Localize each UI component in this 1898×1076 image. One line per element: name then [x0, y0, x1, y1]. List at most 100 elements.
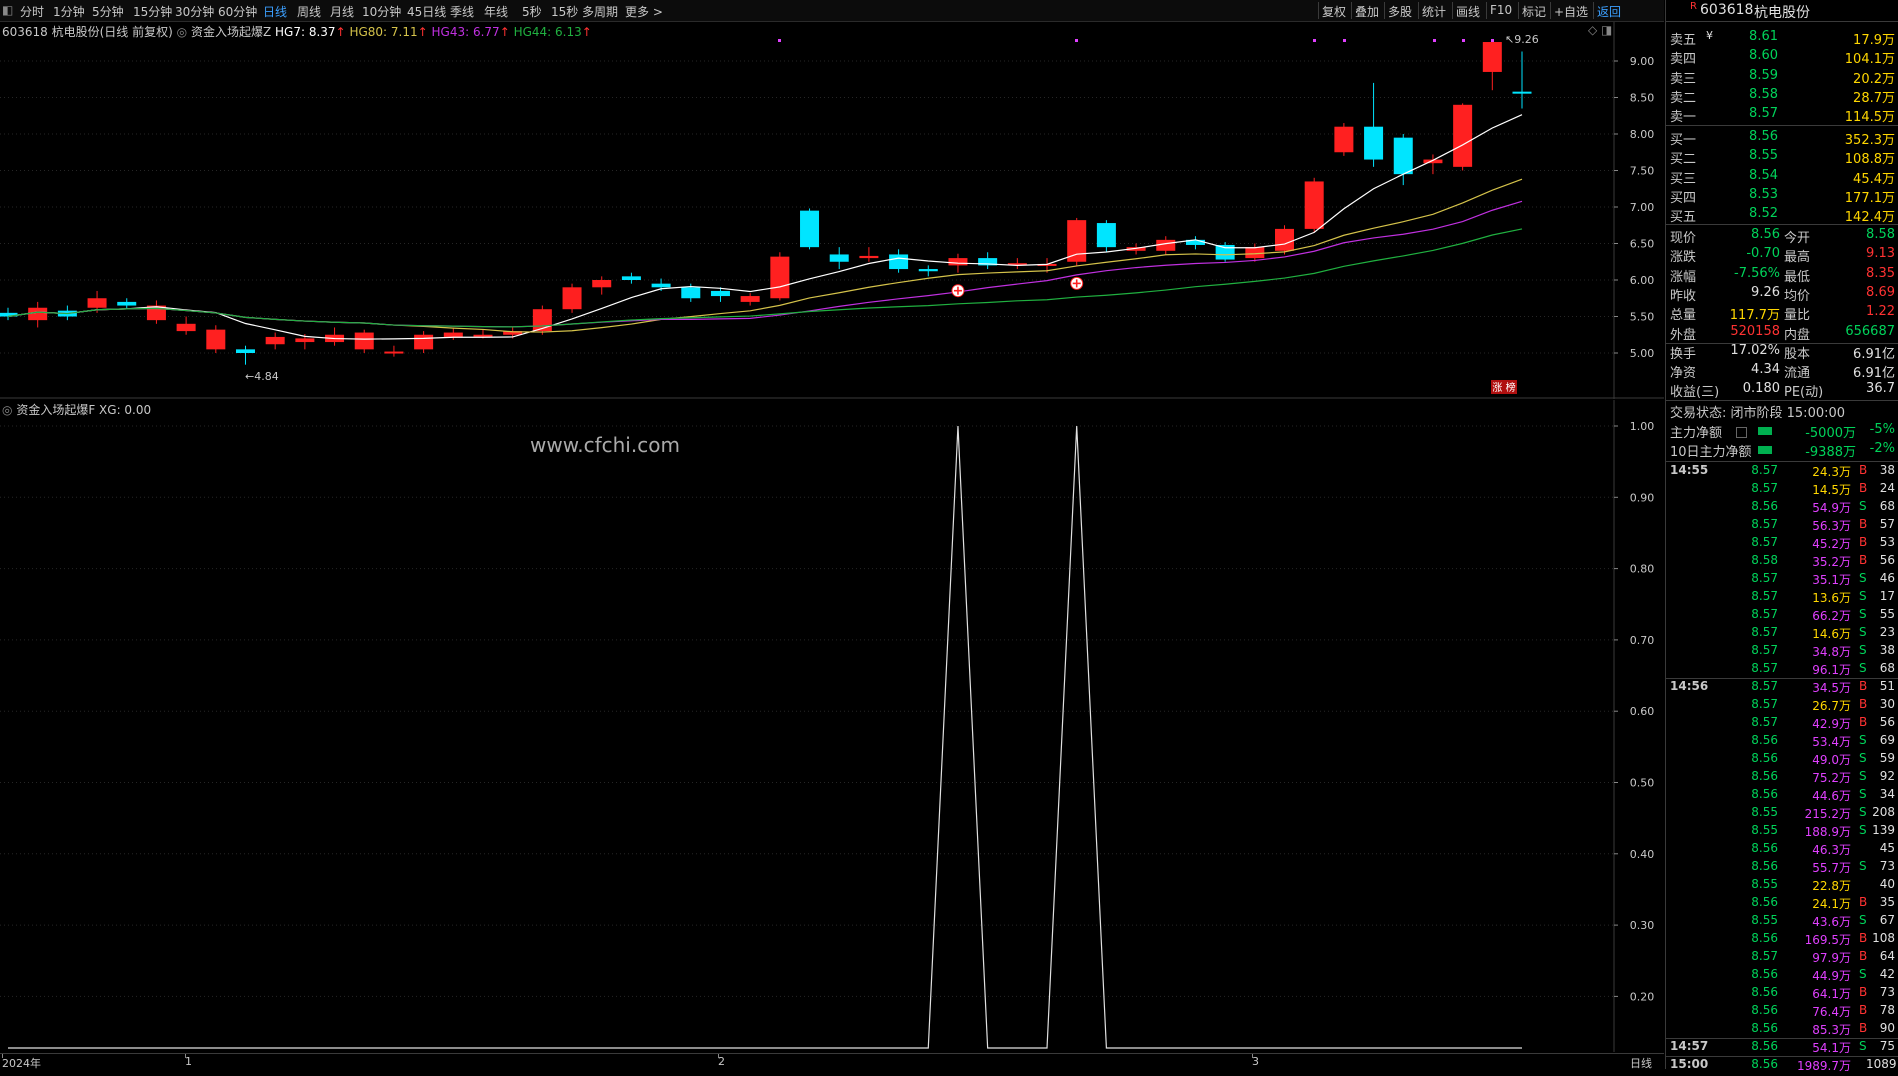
candle-body	[1393, 137, 1413, 175]
x-axis-tick	[185, 1054, 186, 1058]
buy-level-5[interactable]: 买五 8.52 142.4万	[1666, 206, 1898, 225]
period-tab-1[interactable]: 1分钟	[53, 3, 85, 20]
candle-body	[1096, 223, 1116, 248]
sub-y-tick-label: 1.00	[1630, 420, 1655, 433]
candle-body	[592, 280, 612, 288]
period-tab-13[interactable]: 5秒	[522, 3, 542, 20]
period-tab-6[interactable]: 日线	[263, 3, 287, 20]
up-arrow-icon: ↑	[417, 25, 428, 39]
period-tab-0[interactable]: 分时	[20, 3, 44, 20]
panel-code: 603618	[1700, 2, 1754, 18]
buy-level-1[interactable]: 买一 8.56 352.3万	[1666, 129, 1898, 148]
r-badge: R	[1690, 1, 1697, 12]
x-axis-label: 1	[185, 1055, 192, 1068]
candle-body	[206, 329, 226, 350]
period-tab-14[interactable]: 15秒	[551, 3, 578, 20]
toolbar-separator	[1486, 2, 1487, 19]
buy-level-2[interactable]: 买二 8.55 108.8万	[1666, 148, 1898, 167]
sub-y-tick-label: 0.50	[1630, 777, 1655, 790]
period-tab-2[interactable]: 5分钟	[92, 3, 124, 20]
toolbar-btn-3[interactable]: 统计	[1422, 3, 1446, 20]
y-tick-label: 5.50	[1630, 311, 1655, 324]
sell-level-1[interactable]: 卖一 8.57 114.5万	[1666, 106, 1898, 125]
y-tick-label: 8.50	[1630, 92, 1655, 105]
info-icon[interactable]	[1736, 427, 1747, 438]
xg-line	[8, 425, 1522, 1049]
candle-body	[829, 254, 849, 262]
candle-body	[1453, 104, 1473, 167]
toolbar-btn-7[interactable]: +自选	[1554, 3, 1588, 20]
hg44-value: HG44: 6.13	[513, 25, 582, 39]
high-label: ↖9.26	[1505, 33, 1539, 46]
tick-row: 8.57 35.1万 S 46	[1751, 571, 1895, 587]
candle-body	[710, 290, 730, 297]
panel-divider	[1666, 400, 1898, 401]
candle-body	[651, 283, 671, 288]
period-tab-4[interactable]: 30分钟	[175, 3, 214, 20]
x-axis-tick	[1252, 1054, 1253, 1058]
sub-indicator-label[interactable]: 资金入场起爆F	[16, 403, 95, 417]
period-tab-8[interactable]: 月线	[330, 3, 354, 20]
sub-y-tick-label: 0.80	[1630, 563, 1655, 576]
sell-level-3[interactable]: 卖三 8.59 20.2万	[1666, 68, 1898, 87]
period-tab-7[interactable]: 周线	[297, 3, 321, 20]
period-tab-12[interactable]: 年线	[484, 3, 508, 20]
sell-level-4[interactable]: 卖四 8.60 104.1万	[1666, 48, 1898, 67]
candle-body	[1334, 126, 1354, 153]
tick-row: 8.55 188.9万 S 139	[1751, 823, 1895, 839]
toolbar-btn-8[interactable]: 返回	[1597, 3, 1621, 20]
toolbar-btn-2[interactable]: 多股	[1388, 3, 1412, 20]
period-tab-9[interactable]: 10分钟	[362, 3, 401, 20]
tick-row: 14:55 8.57 24.3万 B 38	[1670, 463, 1895, 479]
candle-body	[1482, 42, 1502, 72]
signal-dot	[1343, 39, 1346, 42]
indicator-settings-icon[interactable]: ◎	[177, 25, 187, 39]
toolbar-separator	[1550, 2, 1551, 19]
tick-row: 8.56 54.9万 S 68	[1751, 499, 1895, 515]
sell-level-5[interactable]: 卖五 ¥8.61 17.9万	[1666, 29, 1898, 48]
sub-y-tick-label: 0.30	[1630, 919, 1655, 932]
candle-body	[87, 298, 107, 308]
period-tab-3[interactable]: 15分钟	[133, 3, 172, 20]
toolbar-btn-1[interactable]: 叠加	[1355, 3, 1379, 20]
toolbar-btn-0[interactable]: 复权	[1322, 3, 1346, 20]
diamond-icon[interactable]: ◇ ◨	[1588, 23, 1612, 37]
candle-body	[562, 287, 582, 310]
panel-divider	[1666, 125, 1898, 126]
period-tab-11[interactable]: 季线	[450, 3, 474, 20]
period-tab-10[interactable]: 45日线	[407, 3, 446, 20]
tick-row: 8.57 56.3万 B 57	[1751, 517, 1895, 533]
ma-hg7-line	[7, 114, 1523, 340]
toolbar-btn-5[interactable]: F10	[1490, 3, 1512, 17]
tick-row: 8.56 64.1万 B 73	[1751, 985, 1895, 1001]
buy-level-4[interactable]: 买四 8.53 177.1万	[1666, 187, 1898, 206]
toolbar-btn-6[interactable]: 标记	[1522, 3, 1546, 20]
period-tab-5[interactable]: 60分钟	[218, 3, 257, 20]
toolbar-btn-4[interactable]: 画线	[1456, 3, 1480, 20]
candlestick-chart[interactable]: 9.00 8.50 8.00 7.50 7.00 6.50 6.00 5.50 5.00 ↖9.2…	[0, 22, 1664, 399]
tick-row: 8.56 53.4万 S 69	[1751, 733, 1895, 749]
candle-body	[473, 334, 493, 337]
candle-body	[1156, 239, 1176, 251]
x-axis-label: 2	[718, 1055, 725, 1068]
candle-body	[918, 269, 938, 272]
indicator-chart[interactable]: 1.00 0.90 0.80 0.70 0.60 0.50 0.40 0.30 0.20	[0, 400, 1664, 1052]
sub-settings-icon[interactable]: ◎	[2, 403, 12, 417]
candle-body	[176, 323, 196, 332]
tick-row: 8.56 55.7万 S 73	[1751, 859, 1895, 875]
tick-row: 8.56 169.5万 B 108	[1751, 931, 1895, 947]
signal-dot	[1433, 39, 1436, 42]
period-tab-16[interactable]: 更多 >	[625, 3, 663, 20]
indicator-name[interactable]: 资金入场起爆Z	[191, 25, 271, 39]
tick-row: 8.56 76.4万 B 78	[1751, 1003, 1895, 1019]
sell-level-2[interactable]: 卖二 8.58 28.7万	[1666, 87, 1898, 106]
panel-name: 杭电股份	[1754, 5, 1810, 21]
candle-body	[295, 338, 315, 343]
layout-icon[interactable]: ◧	[2, 3, 13, 17]
stat-row-1: 涨跌 -0.70 最高 9.13	[1670, 246, 1895, 266]
sub-y-tick-label: 0.20	[1630, 990, 1655, 1003]
tick-row: 8.56 46.3万 45	[1751, 841, 1895, 857]
buy-level-3[interactable]: 买三 8.54 45.4万	[1666, 168, 1898, 187]
x-axis-label: 3	[1252, 1055, 1259, 1068]
period-tab-15[interactable]: 多周期	[582, 3, 618, 20]
